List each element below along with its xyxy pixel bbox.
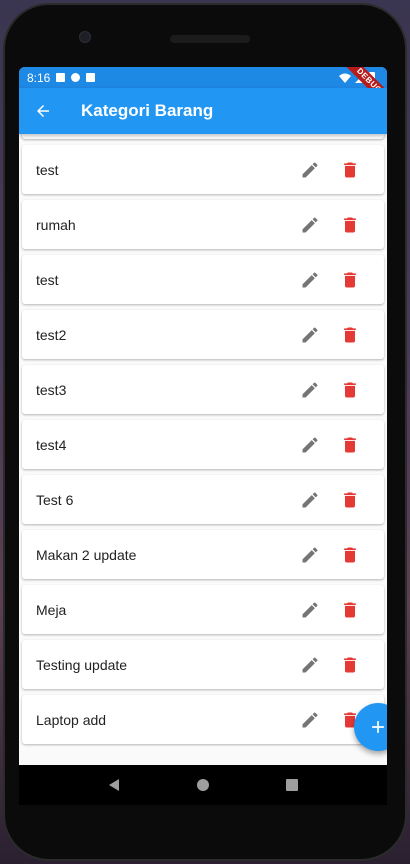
pencil-icon <box>302 711 318 727</box>
item-label: Laptop add <box>36 711 107 728</box>
trash-icon <box>344 272 356 287</box>
pencil-icon <box>302 326 318 342</box>
list-item[interactable]: test3 <box>22 365 384 414</box>
item-label: test3 <box>36 381 67 398</box>
edit-button[interactable] <box>290 134 330 135</box>
list-item[interactable]: test4 <box>22 420 384 469</box>
list-item[interactable]: test2 <box>22 310 384 359</box>
earpiece-speaker <box>170 35 250 43</box>
item-label: Makan 2 update <box>36 546 137 563</box>
pencil-icon <box>302 271 318 287</box>
nav-recents-icon[interactable] <box>285 778 299 792</box>
edit-button[interactable] <box>290 700 330 740</box>
list-item[interactable]: Test 6 <box>22 475 384 524</box>
status-bar: 8:16 DEBUG <box>19 67 387 114</box>
list-item[interactable]: Kamar <box>22 134 384 139</box>
pencil-icon <box>302 216 318 232</box>
edit-button[interactable] <box>290 370 330 410</box>
list-item[interactable]: test <box>22 145 384 194</box>
trash-icon <box>344 327 356 342</box>
delete-button[interactable] <box>330 480 370 520</box>
edit-button[interactable] <box>290 260 330 300</box>
item-label: Meja <box>36 601 67 618</box>
delete-button[interactable] <box>330 425 370 465</box>
trash-icon <box>344 657 356 672</box>
arrow-back-icon <box>37 105 49 117</box>
pencil-icon <box>302 491 318 507</box>
list-item[interactable]: Laptop add <box>22 695 384 744</box>
delete-button[interactable] <box>330 260 370 300</box>
app-bar: Kategori Barang <box>19 88 387 134</box>
delete-button[interactable] <box>330 150 370 190</box>
item-label: rumah <box>36 216 76 233</box>
delete-button[interactable] <box>330 134 370 135</box>
wifi-icon <box>339 73 351 83</box>
pencil-icon <box>302 161 318 177</box>
delete-button[interactable] <box>330 535 370 575</box>
edit-button[interactable] <box>290 425 330 465</box>
item-label: test2 <box>36 326 67 343</box>
status-time: 8:16 <box>27 70 51 85</box>
trash-icon <box>344 547 356 562</box>
system-nav-bar <box>19 765 387 805</box>
trash-icon <box>344 382 356 397</box>
trash-icon <box>344 162 356 177</box>
list-item[interactable]: Testing update <box>22 640 384 689</box>
item-label: test4 <box>36 436 67 453</box>
notification-icon <box>71 73 81 82</box>
edit-button[interactable] <box>290 590 330 630</box>
pencil-icon <box>302 381 318 397</box>
pencil-icon <box>302 546 318 562</box>
edit-button[interactable] <box>290 645 330 685</box>
pencil-icon <box>302 656 318 672</box>
back-button[interactable] <box>19 88 67 134</box>
delete-button[interactable] <box>330 645 370 685</box>
sd-card-icon <box>86 73 96 82</box>
edit-button[interactable] <box>290 150 330 190</box>
front-camera <box>79 31 91 43</box>
trash-icon <box>344 217 356 232</box>
trash-icon <box>344 602 356 617</box>
trash-icon <box>344 437 356 452</box>
list-item[interactable]: Makan 2 update <box>22 530 384 579</box>
list-item[interactable]: Meja <box>22 585 384 634</box>
nav-home-icon[interactable] <box>196 778 210 792</box>
edit-button[interactable] <box>290 480 330 520</box>
item-label: Test 6 <box>36 491 74 508</box>
nav-back-icon[interactable] <box>107 778 121 792</box>
pencil-icon <box>302 436 318 452</box>
edit-button[interactable] <box>290 535 330 575</box>
notification-icon <box>56 73 66 82</box>
list-item[interactable]: rumah <box>22 200 384 249</box>
item-label: test <box>36 271 59 288</box>
delete-button[interactable] <box>330 370 370 410</box>
pencil-icon <box>302 601 318 617</box>
plus-icon <box>372 721 384 733</box>
trash-icon <box>344 492 356 507</box>
delete-button[interactable] <box>330 590 370 630</box>
edit-button[interactable] <box>290 315 330 355</box>
list-item[interactable]: test <box>22 255 384 304</box>
category-list[interactable]: Kamar test rumah test test2 test3 test4 Test 6 M… <box>19 134 387 805</box>
delete-button[interactable] <box>330 205 370 245</box>
page-title: Kategori Barang <box>81 101 214 120</box>
item-label: Testing update <box>36 656 128 673</box>
item-label: test <box>36 161 59 178</box>
edit-button[interactable] <box>290 205 330 245</box>
app-screen: 8:16 DEBUG Kategori Barang Kamar test ruma… <box>19 67 387 805</box>
delete-button[interactable] <box>330 315 370 355</box>
